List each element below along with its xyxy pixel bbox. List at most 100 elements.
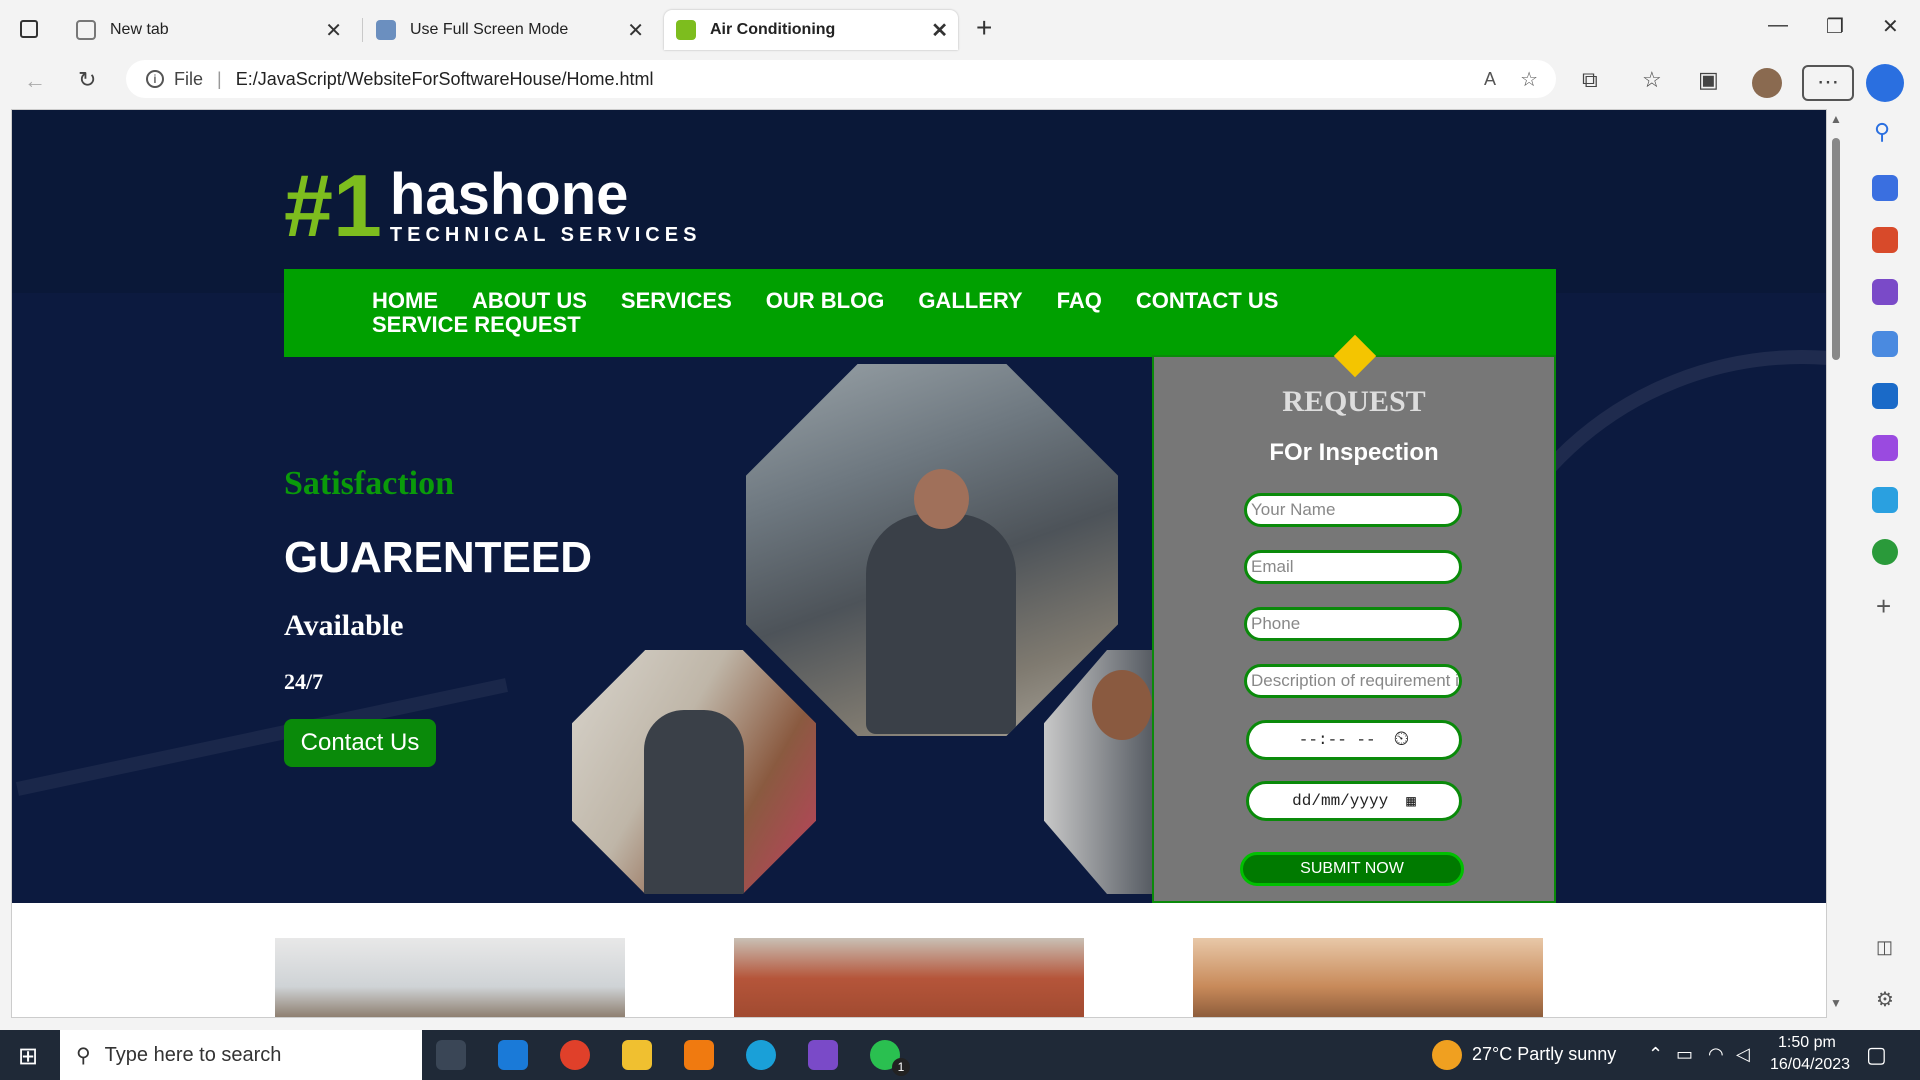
close-tab-icon[interactable]: ✕ — [931, 18, 948, 43]
contact-us-button[interactable]: Contact Us — [284, 719, 436, 767]
url-text[interactable]: E:/JavaScript/WebsiteForSoftwareHouse/Ho… — [236, 69, 654, 90]
nav-services[interactable]: SERVICES — [621, 289, 732, 313]
nav-service-request[interactable]: SERVICE REQUEST — [372, 313, 581, 337]
close-tab-icon[interactable]: ✕ — [325, 18, 342, 43]
technician-photo-kitchen — [572, 650, 816, 894]
technician-photo-main — [746, 364, 1118, 736]
form-title: REQUEST — [1282, 385, 1426, 418]
sidebar-shopping-icon[interactable] — [1872, 175, 1898, 201]
sidebar-designer-icon[interactable] — [1872, 435, 1898, 461]
collections-icon[interactable]: ▣ — [1698, 67, 1719, 93]
tab-full-screen[interactable]: Use Full Screen Mode ✕ — [364, 10, 654, 50]
edge-icon[interactable] — [746, 1040, 776, 1070]
time-picker[interactable]: --:-- -- ⏲ — [1246, 720, 1462, 760]
submit-now-button[interactable]: SUBMIT NOW — [1240, 852, 1464, 886]
main-navigation: HOME ABOUT US SERVICES OUR BLOG GALLERY FAQ CO… — [284, 269, 1556, 357]
description-input[interactable]: Description of requirement i — [1244, 664, 1462, 698]
extensions-icon[interactable]: ⧉ — [1582, 67, 1598, 93]
read-aloud-icon[interactable]: A — [1484, 69, 1496, 90]
hero-satisfaction: Satisfaction — [284, 465, 454, 502]
task-view-icon[interactable] — [436, 1040, 466, 1070]
edge-sidebar: ⚲ + ◫ ⚙ — [1850, 109, 1920, 1029]
scrollbar-thumb[interactable] — [1832, 138, 1840, 360]
page-favicon-icon — [376, 20, 396, 40]
copilot-icon[interactable] — [1866, 64, 1904, 102]
windows-start-icon[interactable]: ⊞ — [18, 1042, 38, 1071]
sidebar-split-icon[interactable]: ◫ — [1876, 937, 1893, 958]
sidebar-microsoft365-icon[interactable] — [1872, 331, 1898, 357]
sidebar-drop-icon[interactable] — [1872, 487, 1898, 513]
url-divider: | — [217, 68, 222, 89]
service-card-ac[interactable] — [275, 938, 625, 1017]
logo-name: hashone — [389, 161, 629, 227]
volume-icon[interactable]: ◁ — [1736, 1044, 1750, 1065]
tray-chevron-icon[interactable]: ⌃ — [1648, 1044, 1663, 1065]
visual-studio-icon[interactable] — [808, 1040, 838, 1070]
email-input[interactable]: Email — [1244, 550, 1462, 584]
restore-icon[interactable]: ❐ — [1826, 14, 1844, 39]
refresh-icon[interactable]: ↻ — [78, 67, 96, 93]
clock-date[interactable]: 16/04/2023 — [1770, 1056, 1850, 1074]
logo-mark: #1 — [284, 156, 382, 255]
windows-taskbar: ⊞ ⚲ Type here to search 1 27°C Partly su… — [0, 1030, 1920, 1080]
hero-guaranteed: GUARENTEED — [284, 533, 593, 582]
window-close-icon[interactable]: ✕ — [1882, 14, 1899, 39]
notifications-icon[interactable]: ▢ — [1866, 1042, 1887, 1068]
sidebar-tree-icon[interactable] — [1872, 539, 1898, 565]
tab-new-tab[interactable]: New tab ✕ — [64, 10, 352, 50]
tab-actions-icon[interactable] — [20, 20, 38, 38]
file-explorer-icon[interactable] — [622, 1040, 652, 1070]
weather-icon[interactable] — [1432, 1040, 1462, 1070]
search-icon: ⚲ — [76, 1044, 91, 1067]
scroll-up-icon[interactable]: ▲ — [1830, 112, 1842, 126]
logo-tagline: TECHNICAL SERVICES — [389, 223, 702, 246]
nav-gallery[interactable]: GALLERY — [918, 289, 1022, 313]
chrome-icon[interactable] — [560, 1040, 590, 1070]
tab-air-conditioning[interactable]: Air Conditioning ✕ — [664, 10, 958, 50]
new-tab-plus-icon[interactable]: + — [976, 12, 992, 44]
page-scrollbar[interactable]: ▲ ▼ — [1828, 110, 1844, 1016]
name-input[interactable]: Your Name — [1244, 493, 1462, 527]
hero-text: Satisfaction GUARENTEED Available 24/7 C… — [284, 465, 592, 767]
weather-text[interactable]: 27°C Partly sunny — [1472, 1044, 1616, 1065]
favorites-icon[interactable]: ☆ — [1642, 67, 1662, 93]
whatsapp-badge: 1 — [892, 1058, 910, 1076]
sidebar-outlook-icon[interactable] — [1872, 383, 1898, 409]
close-tab-icon[interactable]: ✕ — [627, 18, 644, 43]
profile-avatar[interactable] — [1752, 68, 1782, 98]
settings-more-icon[interactable]: ⋯ — [1802, 65, 1854, 101]
service-card-flooring[interactable] — [1193, 938, 1543, 1017]
add-favorite-icon[interactable]: ☆ — [1520, 67, 1538, 92]
nav-faq[interactable]: FAQ — [1057, 289, 1102, 313]
taskbar-search[interactable]: ⚲ Type here to search — [60, 1030, 422, 1080]
address-bar[interactable]: i File | E:/JavaScript/WebsiteForSoftwar… — [126, 60, 1556, 98]
vscode-icon[interactable] — [498, 1040, 528, 1070]
hero-section: #1 hashone TECHNICAL SERVICES HOME ABOUT … — [12, 110, 1826, 903]
site-info-icon[interactable]: i — [146, 70, 164, 88]
wifi-icon[interactable]: ◠ — [1708, 1044, 1724, 1065]
nav-home[interactable]: HOME — [372, 289, 438, 313]
date-picker[interactable]: dd/mm/yyyy ▦ — [1246, 781, 1462, 821]
page-viewport: #1 hashone TECHNICAL SERVICES HOME ABOUT … — [11, 109, 1827, 1018]
nav-about-us[interactable]: ABOUT US — [472, 289, 587, 313]
sidebar-settings-icon[interactable]: ⚙ — [1876, 987, 1894, 1012]
back-icon[interactable]: ← — [24, 68, 46, 94]
vlc-icon[interactable] — [684, 1040, 714, 1070]
nav-our-blog[interactable]: OUR BLOG — [766, 289, 885, 313]
site-logo[interactable]: #1 hashone TECHNICAL SERVICES — [284, 162, 701, 250]
minimize-icon[interactable]: — — [1768, 14, 1788, 37]
battery-icon[interactable]: ▭ — [1676, 1044, 1693, 1065]
scroll-down-icon[interactable]: ▼ — [1830, 996, 1842, 1010]
sidebar-tools-icon[interactable] — [1872, 227, 1898, 253]
service-card-masonry[interactable] — [734, 938, 1084, 1017]
sidebar-search-icon[interactable]: ⚲ — [1874, 119, 1890, 145]
sidebar-games-icon[interactable] — [1872, 279, 1898, 305]
request-form: REQUEST FOr Inspection Your Name Email P… — [1152, 334, 1556, 903]
phone-input[interactable]: Phone — [1244, 607, 1462, 641]
calendar-icon[interactable]: ▦ — [1406, 791, 1416, 811]
clock-icon[interactable]: ⏲ — [1394, 728, 1410, 752]
clock-time[interactable]: 1:50 pm — [1778, 1034, 1836, 1052]
nav-contact-us[interactable]: CONTACT US — [1136, 289, 1279, 313]
sidebar-add-icon[interactable]: + — [1876, 591, 1891, 622]
technician-head-2 — [1092, 670, 1152, 740]
